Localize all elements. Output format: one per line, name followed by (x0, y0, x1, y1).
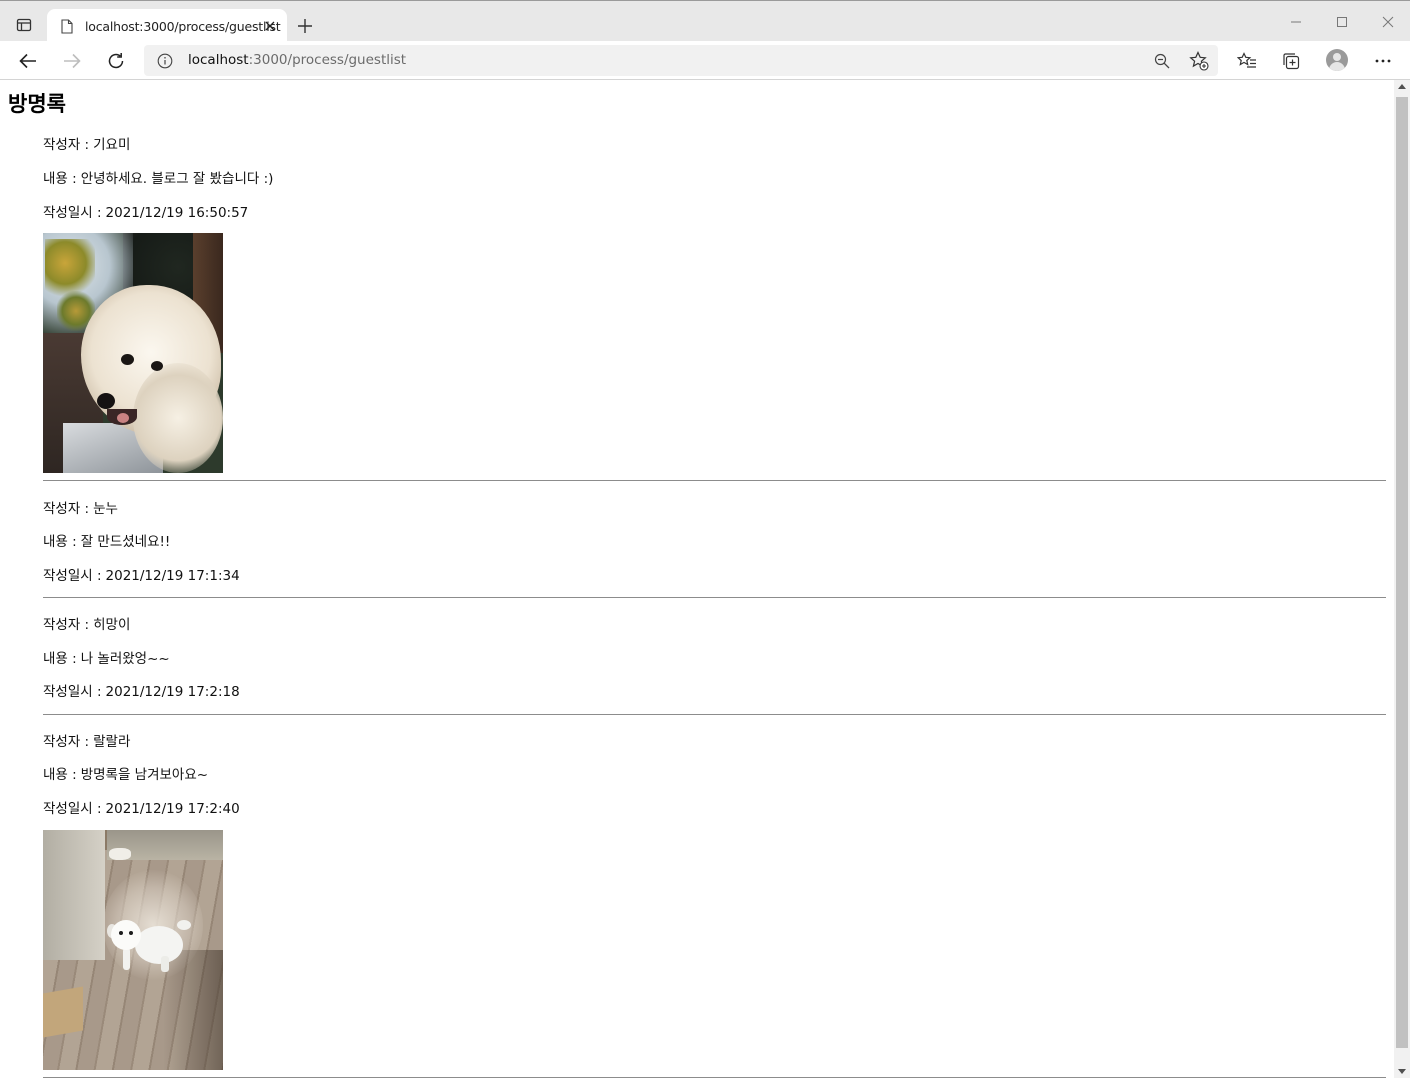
tab-bar: localhost:3000/process/guestlist (0, 0, 1410, 43)
dog-eye (119, 931, 123, 935)
entry-content: 내용 :나 놀러왔엉~~ (43, 647, 170, 667)
date-value: 2021/12/19 16:50:57 (105, 205, 249, 221)
scrollbar-thumb[interactable] (1396, 97, 1408, 1048)
date-label: 작성일시 : (43, 205, 102, 221)
back-arrow-icon[interactable] (15, 48, 41, 74)
page-viewport: 방명록 작성자 : 기요미 내용 : 안녕하세요. 블로그 잘 봤습니다 :) 작성… (0, 80, 1394, 1078)
entry-author: 작성자 : 랄랄라 (43, 730, 130, 750)
entry-divider (43, 480, 1386, 481)
author-value: 랄랄라 (93, 734, 131, 750)
entry-date: 작성일시 :2021/12/19 17:2:40 (43, 797, 240, 817)
entry-content: 내용 : 방명록을 남겨보아요~ (43, 763, 208, 783)
page-icon (59, 17, 75, 35)
entry-content: 내용 : 안녕하세요. 블로그 잘 봤습니다 :) (43, 167, 273, 187)
zoom-out-icon[interactable] (1152, 51, 1172, 71)
date-label: 작성일시 : (43, 801, 102, 817)
more-icon[interactable] (1370, 48, 1396, 74)
entry-date: 작성일시 :2021/12/19 17:1:34 (43, 564, 240, 584)
date-value: 2021/12/19 17:2:40 (105, 801, 240, 817)
entry-author: 작성자 : 눈누 (43, 497, 118, 517)
dog-eye (151, 361, 163, 371)
dog-nose (97, 393, 115, 409)
entry-photo (43, 830, 223, 1070)
tab-title: localhost:3000/process/guestlist (85, 18, 281, 34)
author-value: 기요미 (93, 137, 131, 153)
dog-tail (177, 920, 191, 930)
date-value: 2021/12/19 17:2:18 (105, 684, 240, 700)
profile-shoulders (1329, 62, 1345, 71)
photo-shadow (163, 950, 223, 1070)
author-label: 작성자 : (43, 617, 90, 633)
entry-content: 내용 :잘 만드셨네요!! (43, 530, 170, 550)
scroll-up-arrow-icon[interactable] (1398, 84, 1406, 89)
collections-icon[interactable] (1278, 48, 1304, 74)
dog-body (135, 926, 183, 964)
vertical-scrollbar[interactable] (1394, 80, 1410, 1078)
profile-icon[interactable] (1326, 49, 1348, 71)
favorites-icon[interactable] (1234, 48, 1260, 74)
maximize-icon[interactable] (1330, 11, 1354, 33)
author-value: 눈누 (93, 501, 118, 517)
dog-eye (129, 931, 133, 935)
date-label: 작성일시 : (43, 684, 102, 700)
photo-board (43, 986, 83, 1038)
entry-photo (43, 233, 223, 473)
star-plus-icon[interactable] (1188, 50, 1210, 72)
dog-leg (161, 956, 169, 972)
content-value: 안녕하세요. 블로그 잘 봤습니다 :) (80, 171, 274, 187)
entry-divider (43, 714, 1386, 715)
page-title: 방명록 (8, 92, 66, 116)
dog-fur (133, 363, 223, 473)
entry-date: 작성일시 :2021/12/19 16:50:57 (43, 201, 248, 221)
dog-leg (123, 948, 130, 970)
author-label: 작성자 : (43, 501, 90, 517)
tab-actions-icon[interactable] (8, 10, 40, 40)
photo-cable (109, 848, 131, 860)
info-icon[interactable] (156, 52, 174, 70)
content-value: 방명록을 남겨보아요~ (80, 767, 209, 783)
dog-eye (121, 354, 134, 365)
entry-divider (43, 597, 1386, 598)
entry-author: 작성자 : 히망이 (43, 613, 130, 633)
content-label: 내용 : (43, 171, 77, 187)
author-label: 작성자 : (43, 137, 90, 153)
photo-leaves (45, 239, 95, 299)
minimize-icon[interactable] (1284, 11, 1308, 33)
photo-wall (43, 830, 105, 960)
url-text[interactable]: localhost:3000/process/guestlist (188, 52, 406, 68)
content-label: 내용 : (43, 767, 77, 783)
content-value: 나 놀러왔엉~~ (80, 651, 170, 667)
refresh-icon[interactable] (103, 48, 129, 74)
scroll-down-arrow-icon[interactable] (1398, 1069, 1406, 1074)
author-value: 히망이 (93, 617, 131, 633)
url-host: localhost (188, 52, 249, 68)
entry-date: 작성일시 :2021/12/19 17:2:18 (43, 680, 240, 700)
dog-tongue (117, 413, 129, 423)
dog-head (111, 920, 141, 950)
address-bar[interactable]: localhost:3000/process/guestlist (144, 45, 1218, 76)
author-label: 작성자 : (43, 734, 90, 750)
window-close-icon[interactable] (1376, 11, 1400, 33)
content-label: 내용 : (43, 534, 77, 550)
date-label: 작성일시 : (43, 568, 102, 584)
profile-head (1333, 53, 1341, 61)
entry-author: 작성자 : 기요미 (43, 133, 130, 153)
close-icon[interactable] (261, 17, 279, 35)
forward-arrow-icon[interactable] (59, 48, 85, 74)
plus-icon[interactable] (293, 14, 317, 38)
content-label: 내용 : (43, 651, 77, 667)
navigation-toolbar: localhost:3000/process/guestlist (0, 41, 1410, 80)
browser-tab[interactable]: localhost:3000/process/guestlist (47, 9, 287, 43)
content-value: 잘 만드셨네요!! (80, 534, 171, 550)
date-value: 2021/12/19 17:1:34 (105, 568, 240, 584)
url-path: :3000/process/guestlist (248, 52, 407, 68)
